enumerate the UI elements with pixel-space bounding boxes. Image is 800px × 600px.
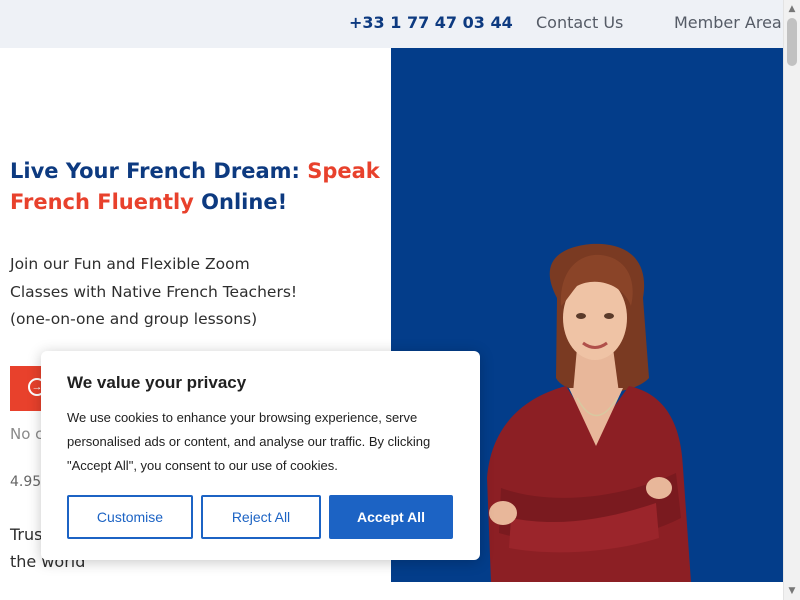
hero-headline: Live Your French Dream: Speak French Flu… (10, 156, 385, 218)
cookie-consent-dialog: We value your privacy We use cookies to … (41, 351, 480, 560)
member-area-link[interactable]: Member Area (674, 13, 782, 32)
reject-all-button[interactable]: Reject All (201, 495, 321, 539)
headline-part2: Online! (193, 190, 288, 214)
customise-button[interactable]: Customise (67, 495, 193, 539)
scroll-down-icon[interactable]: ▼ (784, 585, 800, 597)
subtext-line: (one-on-one and group lessons) (10, 310, 258, 328)
top-bar: +33 1 77 47 03 44 Contact Us Member Area (0, 0, 800, 48)
no-card-note: No c (10, 425, 44, 443)
subtext-line: Join our Fun and Flexible Zoom (10, 255, 250, 273)
headline-part1: Live Your French Dream: (10, 159, 308, 183)
hero-subtext: Join our Fun and Flexible Zoom Classes w… (10, 251, 350, 334)
cookie-title: We value your privacy (67, 373, 247, 392)
subtext-line: Classes with Native French Teachers! (10, 282, 298, 301)
accept-all-button[interactable]: Accept All (329, 495, 453, 539)
scroll-up-icon[interactable]: ▲ (784, 3, 800, 15)
rating-text: 4.95 (10, 474, 42, 490)
cookie-description: We use cookies to enhance your browsing … (67, 410, 431, 473)
scrollbar-thumb[interactable] (787, 18, 797, 66)
page-scrollbar[interactable]: ▲ ▼ (783, 0, 800, 600)
phone-link[interactable]: +33 1 77 47 03 44 (349, 13, 513, 32)
contact-us-link[interactable]: Contact Us (536, 13, 623, 32)
